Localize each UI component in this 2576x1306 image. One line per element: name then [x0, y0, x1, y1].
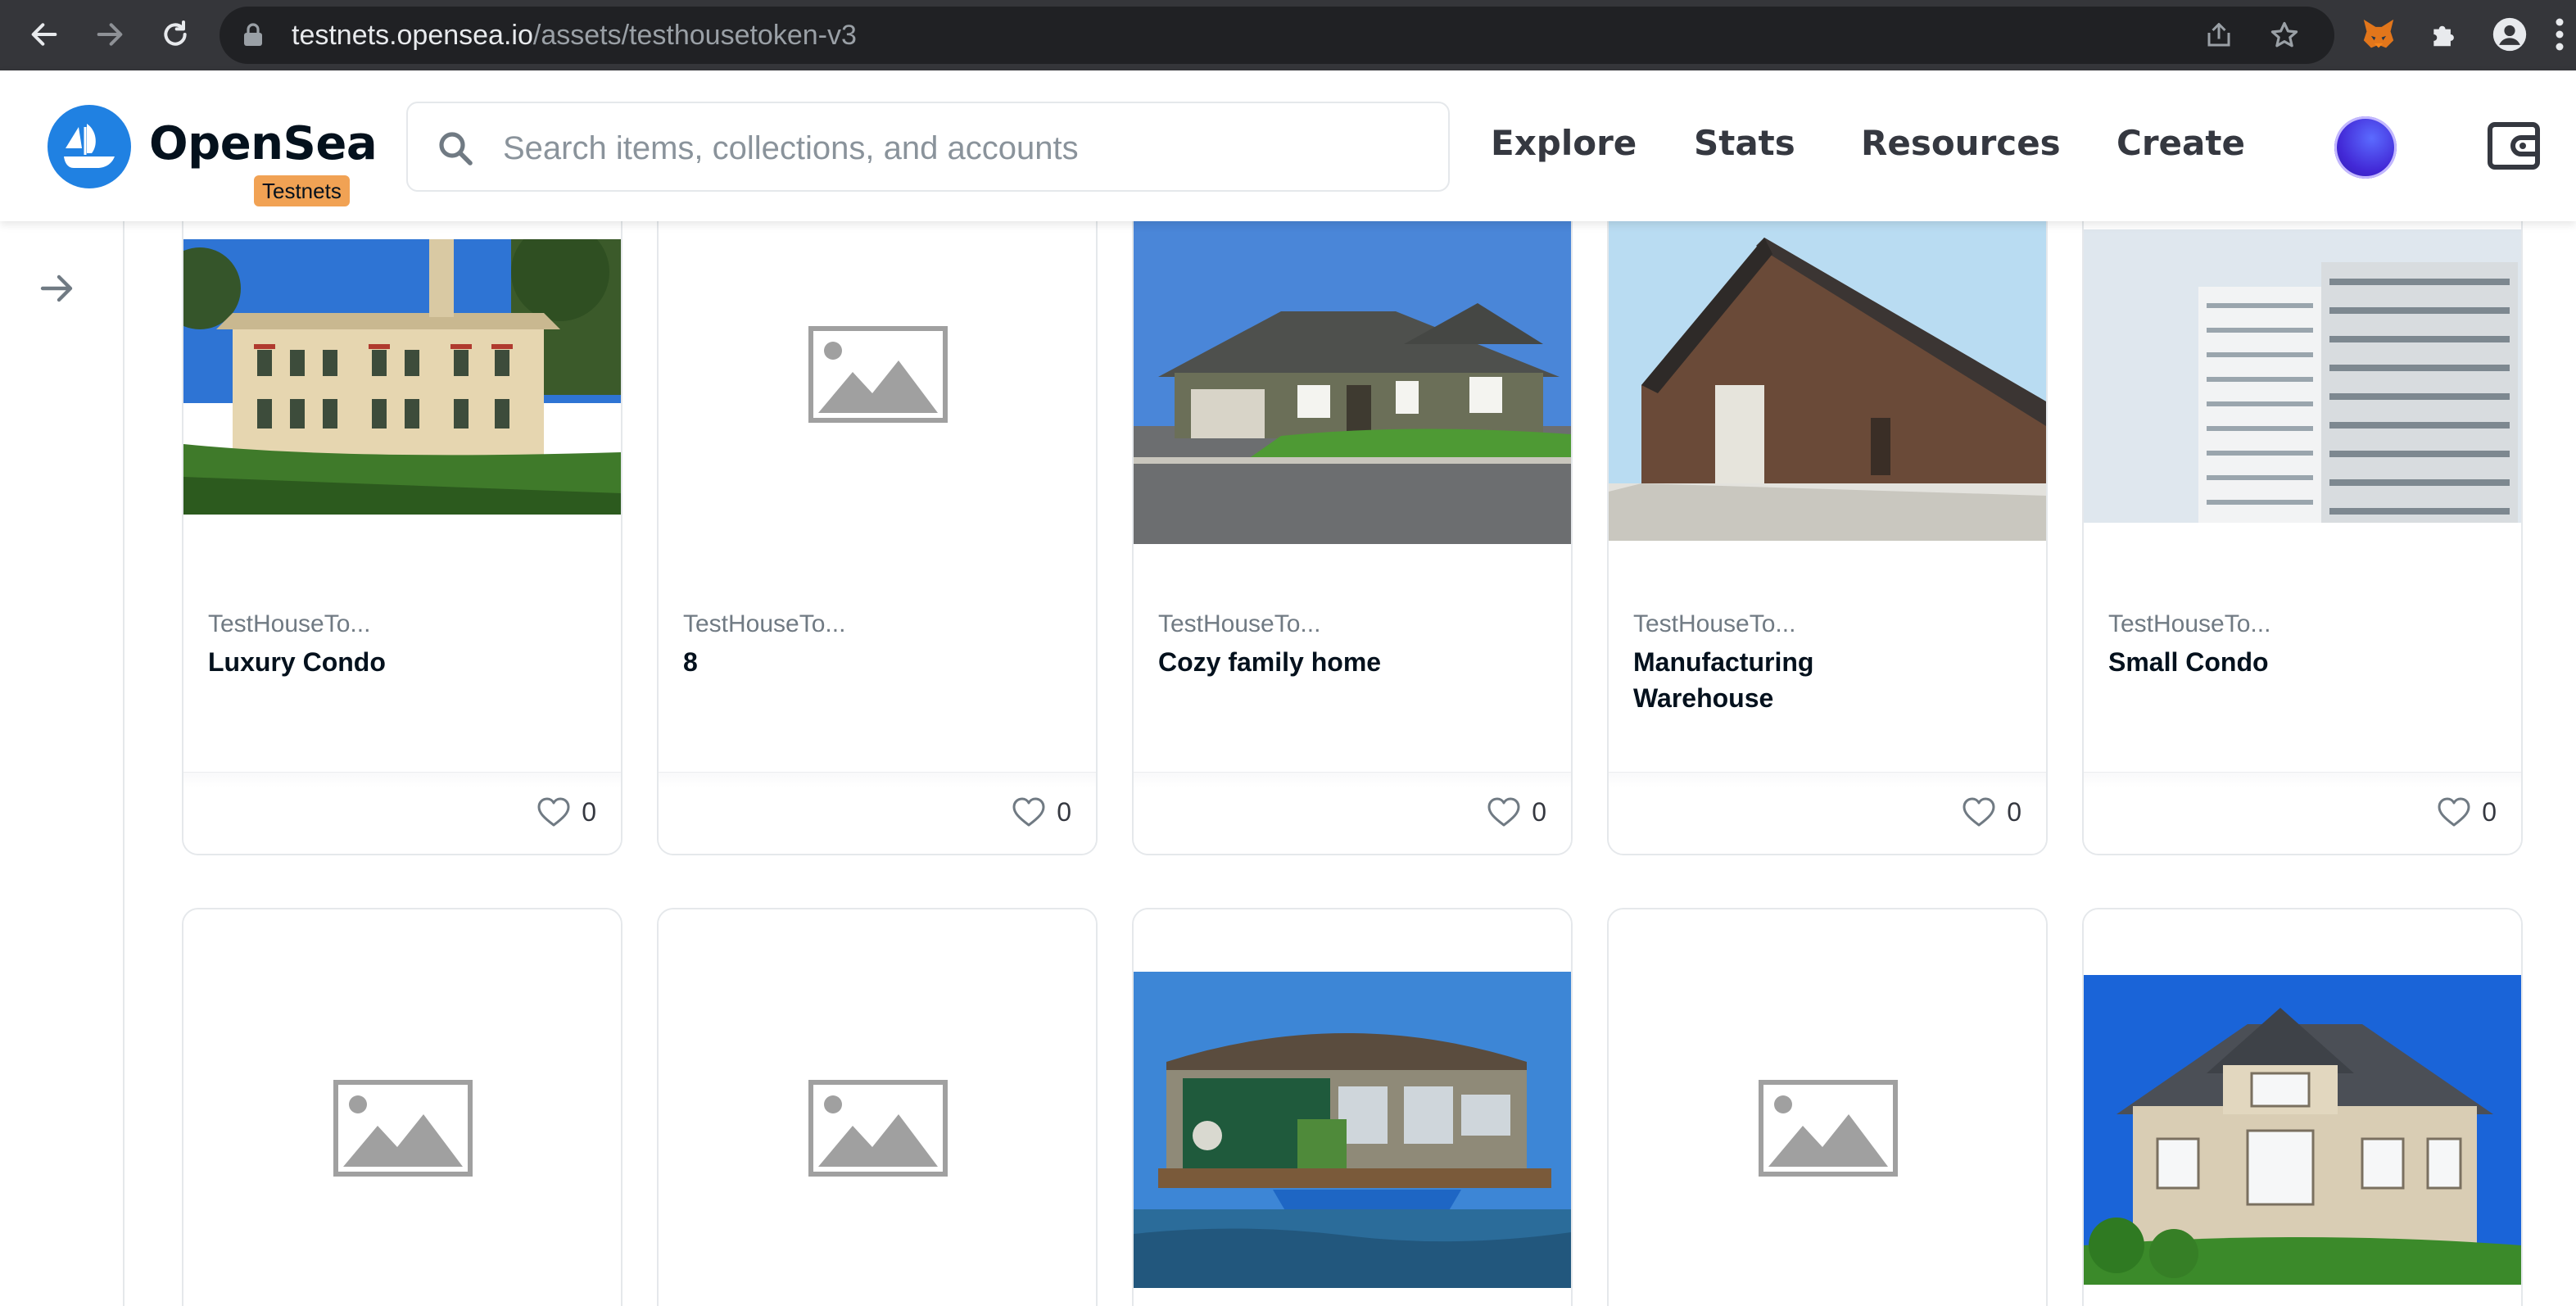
card-title[interactable]: Manufacturing Warehouse: [1633, 644, 1912, 716]
favorite-button[interactable]: 0: [1487, 796, 1546, 828]
nft-card[interactable]: TestHouseTo... Luxury Condo 0: [182, 205, 622, 855]
nft-card[interactable]: TestHouseTo... Small Condo 0: [2082, 205, 2523, 855]
barn-warehouse-photo: [1609, 221, 2046, 541]
card-media[interactable]: [183, 909, 621, 1221]
card-footer: 0: [659, 772, 1096, 854]
share-icon[interactable]: [2202, 18, 2236, 52]
brand-name[interactable]: OpenSea: [149, 118, 378, 170]
card-footer: 0: [1134, 772, 1571, 854]
wallet-icon[interactable]: [2483, 120, 2544, 172]
heart-icon: [1963, 797, 1995, 827]
card-collection[interactable]: TestHouseTo...: [208, 608, 370, 641]
nft-card[interactable]: [657, 908, 1098, 1306]
testnets-badge: Testnets: [254, 175, 350, 206]
favorite-button[interactable]: 0: [2438, 796, 2497, 828]
mansion-photo: [183, 239, 621, 515]
address-bar[interactable]: testnets.opensea.io/assets/testhousetoke…: [220, 7, 2334, 64]
nav-stats[interactable]: Stats: [1694, 123, 1795, 164]
nft-card[interactable]: [2082, 908, 2523, 1306]
card-title[interactable]: Cozy family home: [1158, 644, 1437, 680]
heart-icon: [537, 797, 570, 827]
favorite-count: 0: [1532, 797, 1546, 827]
search-icon: [436, 129, 475, 172]
heart-icon: [1487, 797, 1520, 827]
profile-icon[interactable]: [2487, 11, 2533, 57]
favorite-button[interactable]: 0: [537, 796, 596, 828]
card-footer: 0: [1609, 772, 2046, 854]
card-footer: 0: [2084, 772, 2521, 854]
nft-card[interactable]: [1607, 908, 2048, 1306]
opensea-logo-icon[interactable]: [48, 105, 131, 188]
nav-explore[interactable]: Explore: [1491, 123, 1637, 164]
search-input[interactable]: Search items, collections, and accounts: [406, 102, 1450, 192]
large-house-photo: [2084, 975, 2521, 1285]
url-text[interactable]: testnets.opensea.io/assets/testhousetoke…: [292, 20, 857, 51]
card-media[interactable]: [659, 206, 1096, 518]
expand-arrow-icon[interactable]: [34, 265, 80, 311]
extensions-puzzle-icon[interactable]: [2421, 11, 2467, 57]
chrome-menu-icon[interactable]: [2547, 11, 2572, 57]
favorite-count: 0: [582, 797, 596, 827]
card-title[interactable]: 8: [683, 644, 962, 680]
nft-card[interactable]: [1132, 908, 1573, 1306]
card-title[interactable]: Luxury Condo: [208, 644, 487, 680]
nft-card[interactable]: [182, 908, 622, 1306]
card-collection[interactable]: TestHouseTo...: [1158, 608, 1320, 641]
image-placeholder-icon: [808, 1080, 948, 1177]
back-arrow-icon[interactable]: [21, 11, 67, 57]
image-placeholder-icon: [808, 326, 948, 423]
nav-create[interactable]: Create: [2116, 123, 2245, 164]
card-collection[interactable]: TestHouseTo...: [2108, 608, 2270, 641]
card-media[interactable]: [1134, 206, 1571, 544]
search-placeholder: Search items, collections, and accounts: [503, 130, 1079, 166]
avatar[interactable]: [2334, 116, 2397, 179]
filter-sidebar: [0, 221, 124, 1306]
lock-icon[interactable]: [242, 23, 264, 52]
favorite-count: 0: [1057, 797, 1071, 827]
favorite-count: 0: [2482, 797, 2497, 827]
heart-icon: [1012, 797, 1045, 827]
card-media[interactable]: [659, 909, 1096, 1221]
image-placeholder-icon: [1759, 1080, 1898, 1177]
image-placeholder-icon: [333, 1080, 473, 1177]
favorite-count: 0: [2007, 797, 2021, 827]
favorite-button[interactable]: 0: [1012, 796, 1071, 828]
card-footer: 0: [183, 772, 621, 854]
apartment-tower-photo: [2084, 229, 2521, 523]
card-media[interactable]: [2084, 206, 2521, 523]
card-media[interactable]: [183, 206, 621, 518]
bookmark-star-icon[interactable]: [2267, 18, 2302, 52]
suburban-house-photo: [1134, 221, 1571, 544]
card-media[interactable]: [1609, 909, 2046, 1221]
houseboat-photo: [1134, 972, 1571, 1288]
url-path: /assets/testhousetoken-v3: [532, 20, 857, 51]
url-host: testnets.opensea.io: [292, 20, 533, 51]
nft-card[interactable]: TestHouseTo... Manufacturing Warehouse 0: [1607, 205, 2048, 855]
browser-toolbar: testnets.opensea.io/assets/testhousetoke…: [0, 0, 2576, 70]
favorite-button[interactable]: 0: [1963, 796, 2021, 828]
card-collection[interactable]: TestHouseTo...: [683, 608, 845, 641]
nav-resources[interactable]: Resources: [1861, 123, 2061, 164]
nft-card[interactable]: TestHouseTo... Cozy family home 0: [1132, 205, 1573, 855]
nft-card[interactable]: TestHouseTo... 8 0: [657, 205, 1098, 855]
card-media[interactable]: [1609, 206, 2046, 541]
heart-icon: [2438, 797, 2470, 827]
card-collection[interactable]: TestHouseTo...: [1633, 608, 1795, 641]
reload-icon[interactable]: [152, 11, 198, 57]
card-media[interactable]: [2084, 909, 2521, 1285]
site-header: OpenSea Testnets Search items, collectio…: [0, 70, 2576, 221]
card-title[interactable]: Small Condo: [2108, 644, 2387, 680]
forward-arrow-icon[interactable]: [87, 11, 133, 57]
metamask-fox-icon[interactable]: [2356, 11, 2402, 57]
card-media[interactable]: [1134, 909, 1571, 1288]
